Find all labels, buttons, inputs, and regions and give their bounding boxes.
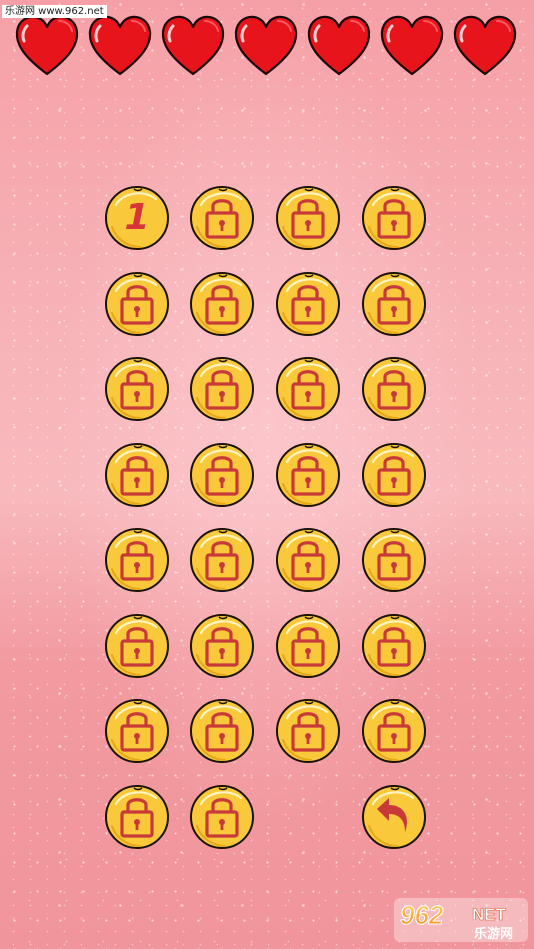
locked-level-button[interactable] <box>189 442 255 508</box>
lock-icon <box>361 613 427 679</box>
locked-level-button[interactable] <box>189 356 255 422</box>
locked-level-button[interactable] <box>361 613 427 679</box>
logo-number: 962 <box>400 900 444 930</box>
locked-level-button[interactable] <box>275 356 341 422</box>
lock-icon <box>361 442 427 508</box>
locked-level-button[interactable] <box>104 356 170 422</box>
locked-level-button[interactable] <box>275 185 341 251</box>
locked-level-button[interactable] <box>361 271 427 337</box>
lock-icon <box>275 185 341 251</box>
locked-level-button[interactable] <box>361 442 427 508</box>
locked-level-button[interactable] <box>104 442 170 508</box>
locked-level-button[interactable] <box>361 527 427 593</box>
locked-level-button[interactable] <box>189 784 255 850</box>
lock-icon <box>104 784 170 850</box>
watermark-label: 乐游网 www.962.net <box>2 5 107 18</box>
locked-level-button[interactable] <box>104 527 170 593</box>
lock-icon <box>189 442 255 508</box>
lock-icon <box>104 613 170 679</box>
lock-icon <box>104 698 170 764</box>
lock-icon <box>275 613 341 679</box>
locked-level-button[interactable] <box>275 698 341 764</box>
locked-level-button[interactable] <box>189 698 255 764</box>
locked-level-button[interactable] <box>104 271 170 337</box>
lock-icon <box>189 185 255 251</box>
locked-level-button[interactable] <box>275 527 341 593</box>
lock-icon <box>104 271 170 337</box>
locked-level-button[interactable] <box>104 784 170 850</box>
lock-icon <box>361 698 427 764</box>
back-button[interactable] <box>361 784 427 850</box>
lock-icon <box>275 356 341 422</box>
locked-level-button[interactable] <box>189 185 255 251</box>
locked-level-button[interactable] <box>275 442 341 508</box>
locked-level-button[interactable] <box>189 527 255 593</box>
lock-icon <box>189 527 255 593</box>
lock-icon <box>361 271 427 337</box>
lock-icon <box>189 271 255 337</box>
lock-icon <box>275 271 341 337</box>
locked-level-button[interactable] <box>275 613 341 679</box>
lock-icon <box>275 527 341 593</box>
locked-level-button[interactable] <box>189 271 255 337</box>
lock-icon <box>189 698 255 764</box>
locked-level-button[interactable] <box>104 613 170 679</box>
locked-level-button[interactable] <box>189 613 255 679</box>
level-button-1[interactable]: 1 <box>104 185 170 251</box>
locked-level-button[interactable] <box>275 271 341 337</box>
level-grid: 1 <box>0 0 534 949</box>
locked-level-button[interactable] <box>104 698 170 764</box>
lock-icon <box>361 527 427 593</box>
lock-icon <box>104 356 170 422</box>
locked-level-button[interactable] <box>361 356 427 422</box>
site-logo: 962 NET 乐游网 <box>392 896 530 944</box>
lock-icon <box>189 613 255 679</box>
locked-level-button[interactable] <box>361 185 427 251</box>
locked-level-button[interactable] <box>361 698 427 764</box>
lock-icon <box>275 698 341 764</box>
svg-text:乐游网: 乐游网 <box>474 926 513 942</box>
level-number: 1 <box>124 197 150 238</box>
lock-icon <box>189 784 255 850</box>
lock-icon <box>189 356 255 422</box>
lock-icon <box>361 356 427 422</box>
lock-icon <box>104 527 170 593</box>
lock-icon <box>104 442 170 508</box>
svg-text:NET: NET <box>472 905 507 924</box>
lock-icon <box>361 185 427 251</box>
lock-icon <box>275 442 341 508</box>
